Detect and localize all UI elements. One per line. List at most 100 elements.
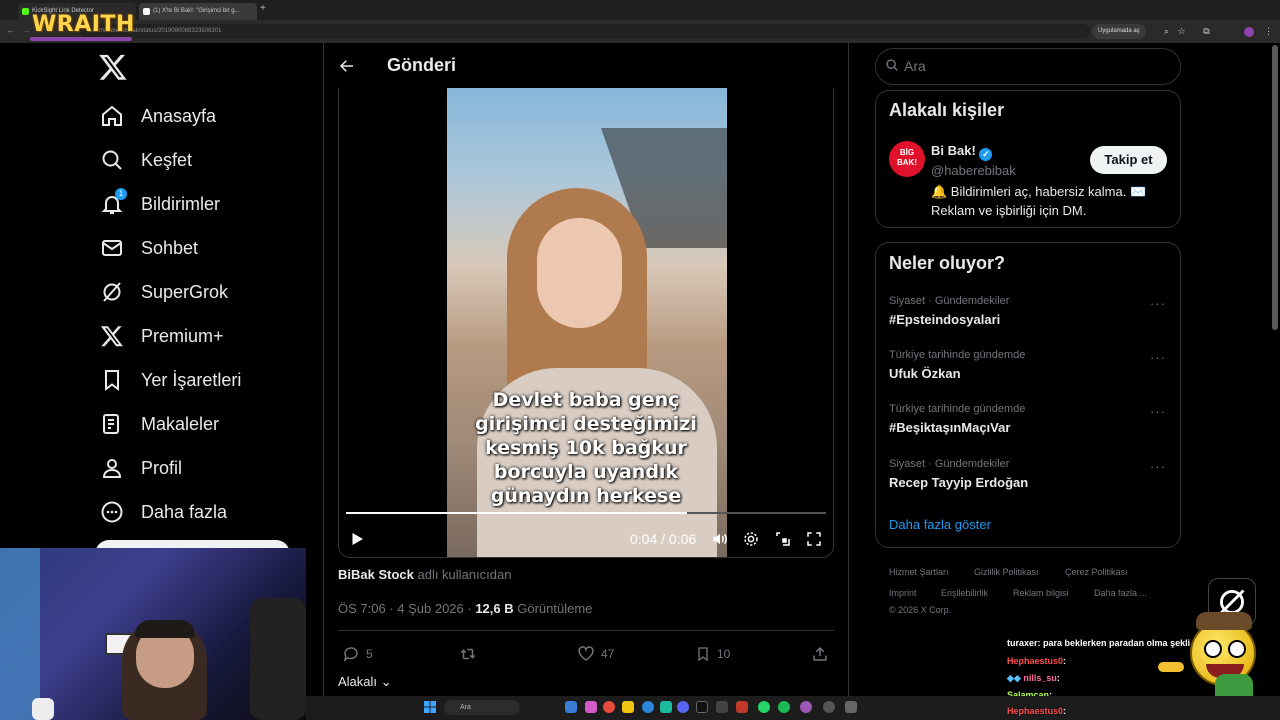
related-dropdown[interactable]: Alakalı ⌄ [338,674,392,690]
bookmark-icon [105,370,119,391]
sidebar-item-home[interactable]: Anasayfa [100,101,216,131]
trend-item[interactable]: #BeşiktaşınMaçıVar [889,420,1010,435]
edge-icon[interactable] [642,701,654,713]
volume-icon[interactable] [711,530,729,548]
taskbar-app-icon[interactable] [585,701,597,713]
share-icon [813,646,827,661]
page-title: Gönderi [387,55,457,75]
source-user[interactable]: BiBak Stock [338,567,414,582]
spotify-icon[interactable] [778,701,790,713]
x-logo-icon[interactable] [98,52,128,82]
discord-icon[interactable] [677,701,689,713]
sidebar-item-more[interactable]: Daha fazla [100,497,227,527]
footer-link[interactable]: Çerez Politikası [1065,567,1128,577]
new-tab-icon[interactable]: + [260,3,266,14]
forward-nav-icon[interactable]: → [22,25,31,35]
trend-item[interactable]: Ufuk Özkan [889,366,961,381]
bookmark-button[interactable]: 10 [695,644,730,664]
trend-more-icon[interactable]: ··· [1150,350,1166,365]
reply-count: 5 [366,647,373,661]
sidebar-item-label: Sohbet [141,237,199,258]
chat-text: : [1056,673,1060,683]
sidebar-item-articles[interactable]: Makaleler [100,409,219,439]
sidebar-item-profile[interactable]: Profil [100,453,182,483]
emote-hat [1196,612,1252,630]
whatsapp-icon[interactable] [758,701,770,713]
star-icon[interactable]: ☆ [1175,25,1188,38]
zoom-icon[interactable]: ⌕ [1160,25,1173,38]
taskbar-app-icon[interactable] [800,701,812,713]
taskbar-search-input[interactable]: Ara [444,700,520,715]
page-scrollbar[interactable] [1272,45,1278,330]
post-timestamp[interactable]: ÖS 7:06 · 4 Şub 2026 · [338,601,475,616]
streamer-hair [135,620,195,638]
show-more-link[interactable]: Daha fazla göster [889,517,991,532]
menu-icon[interactable]: ⋮ [1262,25,1275,38]
trend-item[interactable]: Recep Tayyip Erdoğan [889,475,1028,490]
sidebar-item-explore[interactable]: Keşfet [100,145,192,175]
browser-tab-x[interactable]: (1) X'te Bi Bak!: "Girişimci bir g... [139,3,257,20]
steam-icon[interactable] [716,701,728,713]
footer-link[interactable]: Hizmet Şartları [889,567,949,577]
source-suffix: adlı kullanıcıdan [413,567,512,582]
footer-link[interactable]: Imprint [889,588,917,598]
avatar[interactable]: BİG BAK! [889,141,925,177]
sidebar-item-label: Bildirimler [141,193,221,214]
picture-in-picture-icon[interactable] [774,530,792,548]
sidebar-item-label: Yer İşaretleri [141,369,242,390]
like-button[interactable]: 47 [577,644,614,664]
extensions-icon[interactable]: ⧉ [1200,25,1213,38]
sidebar-item-bookmarks[interactable]: Yer İşaretleri [100,365,241,395]
footer-link[interactable]: Gizlilik Politikası [974,567,1039,577]
caption-text: Devlet baba genç girişimci desteğimizi k… [475,389,697,507]
trend-item[interactable]: #Epsteindosyalari [889,312,1000,327]
obs-icon[interactable] [823,701,835,713]
notification-badge: 1 [115,188,127,200]
trend-more-icon[interactable]: ··· [1150,296,1166,311]
emote-coin [1158,662,1184,672]
footer-link[interactable]: Daha fazla ... [1094,588,1147,598]
sidebar-item-chat[interactable]: Sohbet [100,233,198,263]
taskbar-app-icon[interactable] [660,701,672,713]
webcam-feed [0,548,306,720]
trend-context: Türkiye tarihinde gündemde [889,349,1026,361]
chat-text: : [1063,656,1067,666]
bell-icon-wrap: 1 [100,188,127,216]
footer-link[interactable]: Reklam bilgisi [1013,588,1069,598]
taskbar-app-icon[interactable] [845,701,857,713]
sidebar-item-label: Makaleler [141,413,220,434]
repost-icon [460,648,476,660]
sidebar-item-label: Profil [141,457,183,478]
sidebar-item-notifications[interactable]: 1 Bildirimler [100,188,221,219]
chrome-icon[interactable] [603,701,615,713]
profile-avatar-icon[interactable] [1244,27,1254,37]
url-field[interactable]: x.com/haberebibak/status/201908008832350… [80,24,1090,39]
repost-button[interactable] [458,644,484,664]
related-people-title: Alakalı kişiler [889,100,1005,120]
taskbar-app-icon[interactable] [736,701,748,713]
back-nav-icon[interactable]: ← [6,25,15,35]
person-face [537,218,622,328]
open-in-app-button[interactable]: Uygulamada aç [1092,24,1146,39]
taskbar-app-icon[interactable] [696,701,708,713]
profile-name[interactable]: Bi Bak! ✓ [931,143,993,161]
trend-more-icon[interactable]: ··· [1150,459,1166,474]
trend-more-icon[interactable]: ··· [1150,404,1166,419]
folder-icon[interactable] [622,701,634,713]
share-button[interactable] [811,644,835,664]
divider [338,630,834,631]
back-arrow-icon[interactable] [338,57,356,75]
reply-button[interactable]: 5 [342,644,373,664]
fullscreen-icon[interactable] [805,530,823,548]
taskbar-app-icon[interactable] [565,701,577,713]
search-icon [102,150,122,170]
chevron-down-icon: ⌄ [377,674,392,689]
bookmark-count: 10 [717,647,731,661]
sidebar-item-premium[interactable]: Premium+ [100,321,224,351]
footer-link[interactable]: Erişilebilirlik [941,588,988,598]
mail-icon [102,240,122,256]
sidebar-item-supergrok[interactable]: SuperGrok [100,277,228,307]
settings-gear-icon[interactable] [742,530,760,548]
follow-button[interactable]: Takip et [1090,146,1167,174]
play-icon[interactable] [348,530,366,548]
